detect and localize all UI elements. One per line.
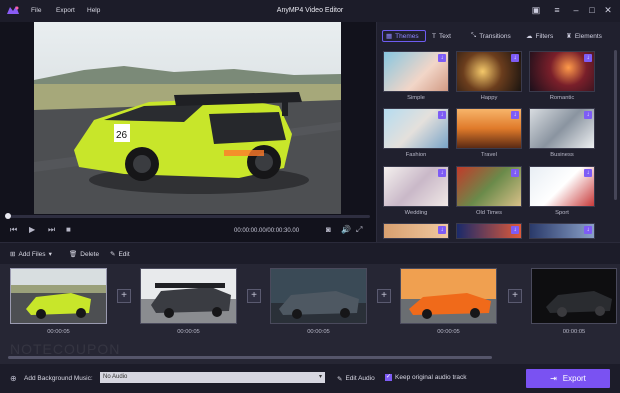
minimize-icon[interactable]: – bbox=[569, 4, 583, 17]
keep-original-audio-toggle[interactable]: ✓ Keep original audio track bbox=[385, 374, 467, 381]
themes-scrollbar[interactable] bbox=[614, 50, 617, 200]
background-music-label: Add Background Music: bbox=[24, 375, 93, 382]
export-button[interactable]: ⇥ Export bbox=[526, 369, 610, 388]
theme-label: Simple bbox=[407, 95, 425, 101]
snapshot-icon[interactable]: ◙ bbox=[326, 225, 331, 234]
theme-label: Happy bbox=[480, 95, 498, 101]
theme-label: Business bbox=[550, 152, 574, 158]
clip-thumbnail[interactable] bbox=[270, 268, 367, 324]
playback-progress-bar[interactable] bbox=[6, 215, 370, 218]
fullscreen-icon[interactable]: ⤢ bbox=[356, 225, 362, 235]
add-files-button[interactable]: ⊞ Add Files ▾ bbox=[10, 250, 52, 259]
elements-icon: ♜ bbox=[566, 33, 572, 40]
tab-text[interactable]: T Text bbox=[432, 30, 451, 42]
download-icon[interactable]: ↓ bbox=[511, 54, 519, 62]
chevron-down-icon[interactable]: ▾ bbox=[49, 250, 52, 258]
theme-label: Sport bbox=[555, 210, 569, 216]
background-music-select[interactable]: No Audio ▾ bbox=[100, 372, 325, 383]
theme-tile-happy[interactable]: ↓ bbox=[456, 51, 522, 92]
delete-button[interactable]: 🗑 Delete bbox=[69, 250, 99, 259]
theme-tile-sport[interactable]: ↓ bbox=[529, 166, 595, 207]
download-icon[interactable]: ↓ bbox=[438, 169, 446, 177]
chevron-down-icon: ▾ bbox=[318, 374, 322, 380]
next-frame-icon[interactable]: ⏭ bbox=[48, 225, 55, 235]
stop-icon[interactable]: ■ bbox=[66, 225, 71, 234]
export-icon: ⇥ bbox=[550, 374, 557, 383]
add-transition-icon[interactable]: + bbox=[508, 289, 522, 303]
theme-label: Old Times bbox=[475, 210, 503, 216]
download-icon[interactable]: ↓ bbox=[511, 111, 519, 119]
video-preview[interactable]: 26 bbox=[34, 22, 341, 214]
clip-thumbnail[interactable] bbox=[10, 268, 107, 324]
clip-duration: 00:00:05 bbox=[177, 329, 200, 335]
trash-icon: 🗑 bbox=[69, 251, 78, 258]
svg-text:26: 26 bbox=[116, 130, 128, 141]
add-file-icon: ⊞ bbox=[10, 251, 16, 258]
download-icon[interactable]: ↓ bbox=[511, 169, 519, 177]
theme-label: Wedding bbox=[404, 210, 428, 216]
add-transition-icon[interactable]: + bbox=[247, 289, 261, 303]
music-add-icon[interactable]: ⊕ bbox=[10, 374, 17, 383]
clip-duration: 00:00:05 bbox=[437, 329, 460, 335]
theme-tile[interactable]: ↓ bbox=[529, 223, 595, 239]
volume-icon[interactable]: 🔊 bbox=[341, 225, 351, 234]
tab-themes[interactable]: ▦ Themes bbox=[382, 30, 426, 42]
playhead-knob[interactable] bbox=[5, 213, 11, 219]
download-icon[interactable]: ↓ bbox=[511, 226, 519, 234]
tab-filters[interactable]: ☁ Filters bbox=[526, 30, 553, 42]
text-icon: T bbox=[432, 32, 436, 40]
theme-tile[interactable]: ↓ bbox=[456, 223, 522, 239]
download-icon[interactable]: ↓ bbox=[438, 226, 446, 234]
add-transition-icon[interactable]: + bbox=[377, 289, 391, 303]
timeline-scrollbar[interactable] bbox=[8, 356, 492, 359]
edit-wand-icon: ✎ bbox=[110, 251, 116, 258]
download-icon[interactable]: ↓ bbox=[584, 169, 592, 177]
maximize-icon[interactable]: □ bbox=[585, 4, 599, 17]
theme-tile-old-times[interactable]: ↓ bbox=[456, 166, 522, 207]
download-icon[interactable]: ↓ bbox=[584, 111, 592, 119]
theme-label: Romantic bbox=[549, 95, 575, 101]
theme-tile-fashion[interactable]: ↓ bbox=[383, 108, 449, 149]
playback-time: 00:00:00.00/00:00:30.00 bbox=[234, 228, 300, 234]
menu-icon[interactable]: ≡ bbox=[550, 4, 564, 17]
theme-tile-romantic[interactable]: ↓ bbox=[529, 51, 595, 92]
close-icon[interactable]: ✕ bbox=[601, 4, 615, 17]
theme-tile-wedding[interactable]: ↓ bbox=[383, 166, 449, 207]
filters-icon: ☁ bbox=[526, 33, 533, 40]
download-icon[interactable]: ↓ bbox=[438, 111, 446, 119]
theme-tile[interactable]: ↓ bbox=[383, 223, 449, 239]
theme-tile-simple[interactable]: ↓ bbox=[383, 51, 449, 92]
add-transition-icon[interactable]: + bbox=[117, 289, 131, 303]
edit-audio-button[interactable]: ✎ Edit Audio bbox=[337, 375, 375, 383]
checkbox-checked-icon[interactable]: ✓ bbox=[385, 374, 392, 381]
clip-duration: 00:00:05 bbox=[307, 329, 330, 335]
download-icon[interactable]: ↓ bbox=[584, 54, 592, 62]
download-icon[interactable]: ↓ bbox=[584, 226, 592, 234]
theme-tile-travel[interactable]: ↓ bbox=[456, 108, 522, 149]
theme-label: Travel bbox=[481, 152, 497, 158]
window-title: AnyMP4 Video Editor bbox=[276, 7, 344, 14]
clip-duration: 00:00:05 bbox=[562, 329, 586, 335]
tab-transitions[interactable]: ⤡ Transitions bbox=[471, 30, 511, 42]
transitions-icon: ⤡ bbox=[471, 32, 477, 39]
theme-tile-business[interactable]: ↓ bbox=[529, 108, 595, 149]
download-icon[interactable]: ↓ bbox=[438, 54, 446, 62]
clip-thumbnail[interactable] bbox=[531, 268, 617, 324]
play-icon[interactable]: ▶ bbox=[29, 225, 35, 234]
theme-label: Fashion bbox=[405, 152, 427, 158]
themes-icon: ▦ bbox=[386, 33, 393, 40]
watermark: NOTECOUPON bbox=[10, 341, 121, 357]
clip-thumbnail[interactable] bbox=[140, 268, 237, 324]
edit-button[interactable]: ✎ Edit bbox=[110, 250, 130, 259]
clip-duration: 00:00:05 bbox=[47, 329, 70, 335]
save-icon[interactable]: ▣ bbox=[529, 4, 543, 17]
tab-elements[interactable]: ♜ Elements bbox=[566, 30, 602, 42]
clip-thumbnail[interactable] bbox=[400, 268, 497, 324]
edit-icon: ✎ bbox=[337, 376, 343, 383]
skip-back-icon[interactable]: ⏮ bbox=[10, 225, 17, 235]
